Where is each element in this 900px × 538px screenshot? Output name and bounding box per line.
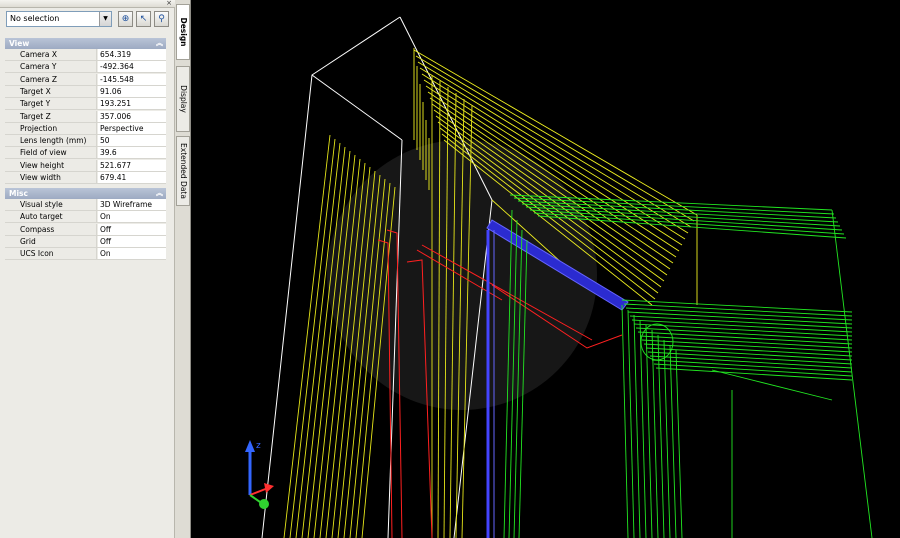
property-value[interactable]: 50 (98, 135, 166, 147)
property-row[interactable]: Auto target On (5, 211, 166, 224)
wire-line (675, 349, 683, 538)
wire-line (633, 314, 641, 538)
property-value[interactable]: 521.677 (98, 159, 166, 171)
properties-palette: × No selection ▼ ⊕ ↖ ⚲ View ︽ Camera X 65… (0, 0, 175, 538)
select-objects-icon[interactable]: ↖ (136, 11, 151, 27)
property-name: Target Y (5, 98, 97, 110)
property-row[interactable]: Field of view 39.6 (5, 147, 166, 160)
section-header-misc[interactable]: Misc ︽ (5, 188, 166, 199)
property-value[interactable]: On (98, 248, 166, 260)
ucs-icon: z (245, 440, 274, 509)
property-value[interactable]: Off (98, 235, 166, 247)
wire-line (651, 329, 659, 538)
property-row[interactable]: View height 521.677 (5, 159, 166, 172)
wire-line (657, 334, 665, 538)
property-name: Field of view (5, 147, 97, 159)
tab-label: Display (179, 85, 188, 113)
section-header-view[interactable]: View ︽ (5, 38, 166, 49)
property-value[interactable]: -492.364 (98, 61, 166, 73)
property-name: Target X (5, 85, 97, 97)
chevron-down-icon[interactable]: ▼ (99, 12, 111, 26)
wire-line (831, 209, 873, 538)
selection-dropdown[interactable]: No selection ▼ (6, 11, 112, 27)
property-name: Camera Z (5, 73, 97, 85)
property-value[interactable]: On (98, 211, 166, 223)
property-row[interactable]: Camera Y -492.364 (5, 61, 166, 74)
property-value[interactable]: 357.006 (98, 110, 166, 122)
wire-line (627, 309, 635, 538)
property-name: Visual style (5, 199, 97, 210)
property-value[interactable]: Perspective (98, 122, 166, 134)
wire-line (295, 142, 341, 538)
drawing-viewport[interactable]: z (192, 0, 900, 538)
selection-value: No selection (10, 14, 60, 23)
property-row[interactable]: Compass Off (5, 223, 166, 236)
wire-line (301, 146, 346, 538)
wire-line (663, 339, 671, 538)
property-value[interactable]: Off (98, 223, 166, 235)
property-name: Camera X (5, 49, 97, 60)
close-icon[interactable]: × (165, 0, 173, 7)
wireframe-model: z (245, 16, 873, 538)
collapse-icon[interactable]: ︽ (156, 38, 163, 49)
wire-line (283, 134, 331, 538)
property-row[interactable]: Camera Z -145.548 (5, 73, 166, 86)
property-name: Auto target (5, 211, 97, 223)
tab-label: Design (179, 17, 188, 47)
collapse-icon[interactable]: ︽ (156, 188, 163, 199)
property-value[interactable]: 39.6 (98, 147, 166, 159)
tab-extended-data[interactable]: Extended Data (176, 136, 190, 206)
watermark-circle (327, 140, 597, 410)
property-name: Compass (5, 223, 97, 235)
property-row[interactable]: Target X 91.06 (5, 85, 166, 98)
property-row[interactable]: Lens length (mm) 50 (5, 135, 166, 148)
property-name: UCS Icon (5, 248, 97, 260)
property-name: View height (5, 159, 97, 171)
property-row[interactable]: Target Z 357.006 (5, 110, 166, 123)
property-row[interactable]: UCS Icon On (5, 248, 166, 261)
wire-line (645, 324, 653, 538)
property-name: View width (5, 172, 97, 183)
property-row[interactable]: Camera X 654.319 (5, 49, 166, 61)
property-name: Camera Y (5, 61, 97, 73)
property-name: Grid (5, 235, 97, 247)
property-value[interactable]: -145.548 (98, 73, 166, 85)
property-value[interactable]: 679.41 (98, 172, 166, 183)
property-value[interactable]: 91.06 (98, 85, 166, 97)
wire-line (711, 369, 833, 401)
section-title: View (9, 39, 30, 48)
wire-line (639, 319, 647, 538)
wire-line (669, 344, 677, 538)
property-value[interactable]: 654.319 (98, 49, 166, 60)
toggle-pickadd-icon[interactable]: ⊕ (118, 11, 133, 27)
tab-label: Extended Data (179, 143, 188, 199)
property-name: Target Z (5, 110, 97, 122)
property-name: Lens length (mm) (5, 135, 97, 147)
palette-title-bar[interactable]: × (0, 0, 175, 8)
property-value[interactable]: 3D Wireframe (98, 199, 166, 210)
property-row[interactable]: Grid Off (5, 235, 166, 248)
wire-line (289, 138, 336, 538)
property-value[interactable]: 193.251 (98, 98, 166, 110)
tab-display[interactable]: Display (176, 66, 190, 132)
quick-select-icon[interactable]: ⚲ (154, 11, 169, 27)
ucs-z-label: z (256, 441, 261, 451)
property-row[interactable]: View width 679.41 (5, 172, 166, 184)
wire-line (621, 304, 629, 538)
tab-design[interactable]: Design (176, 4, 190, 60)
palette-tab-strip: Design Display Extended Data (175, 0, 191, 538)
property-row[interactable]: Projection Perspective (5, 122, 166, 135)
property-name: Projection (5, 122, 97, 134)
section-title: Misc (9, 189, 28, 198)
property-row[interactable]: Visual style 3D Wireframe (5, 199, 166, 211)
property-row[interactable]: Target Y 193.251 (5, 98, 166, 111)
